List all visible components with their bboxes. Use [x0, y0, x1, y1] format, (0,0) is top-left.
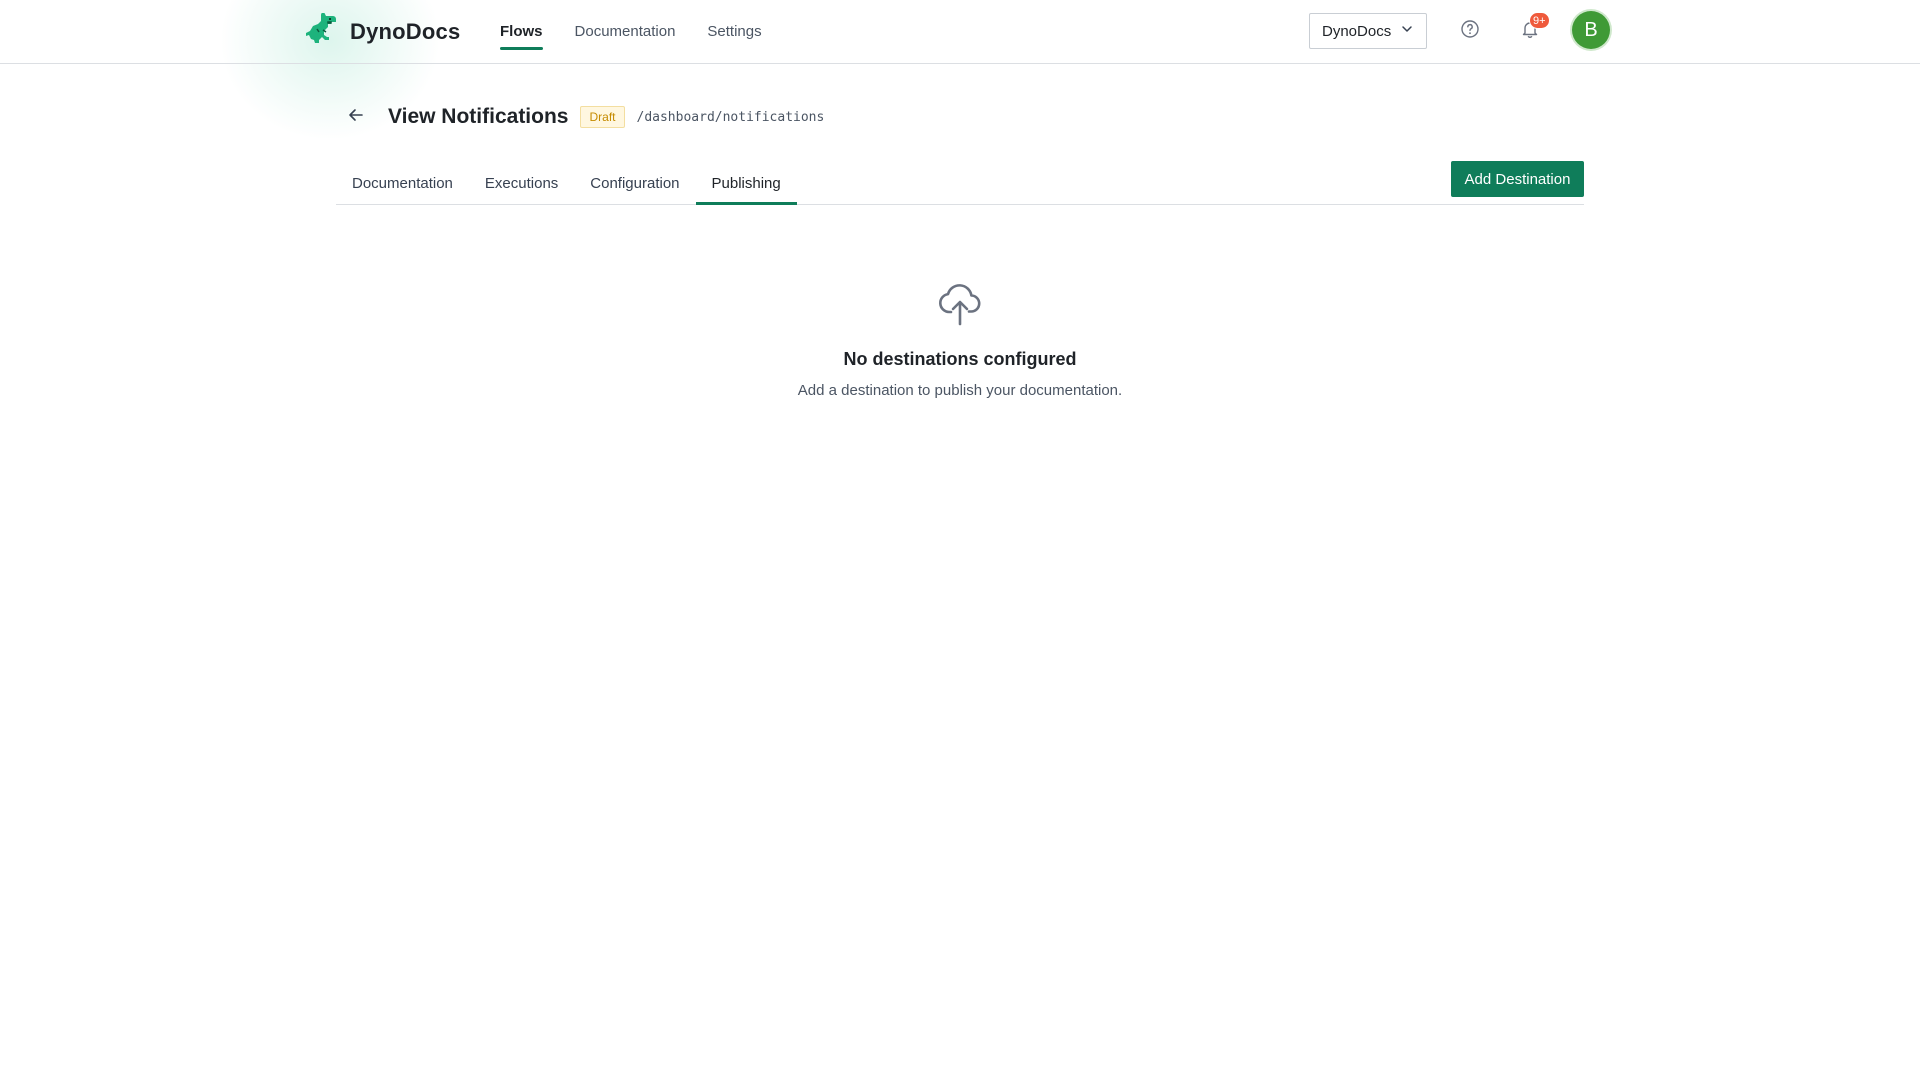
- cloud-upload-icon: [700, 280, 1220, 331]
- status-badge: Draft: [580, 106, 625, 128]
- tab-documentation[interactable]: Documentation: [336, 162, 469, 204]
- chevron-down-icon: [1400, 22, 1414, 40]
- empty-state-title: No destinations configured: [843, 349, 1077, 369]
- help-button[interactable]: [1455, 16, 1485, 46]
- organization-select-value: DynoDocs: [1322, 22, 1392, 40]
- top-navigation-bar: DynoDocs Flows Documentation Settings Dy…: [0, 0, 1920, 64]
- organization-select[interactable]: DynoDocs: [1309, 13, 1427, 49]
- empty-state-description: Add a destination to publish your docume…: [797, 382, 1123, 399]
- back-button[interactable]: [342, 103, 370, 131]
- tab-publishing[interactable]: Publishing: [695, 162, 797, 205]
- flow-path: /dashboard/notifications: [636, 109, 825, 125]
- tab-configuration[interactable]: Configuration: [574, 162, 695, 204]
- nav-item-documentation[interactable]: Documentation: [575, 0, 676, 63]
- help-circle-icon: [1460, 19, 1480, 44]
- brand-name: DynoDocs: [350, 19, 461, 44]
- user-avatar[interactable]: B: [1572, 11, 1610, 49]
- brand[interactable]: DynoDocs: [306, 11, 461, 48]
- nav-item-flows[interactable]: Flows: [500, 0, 543, 63]
- arrow-left-icon: [347, 106, 365, 129]
- empty-state: No destinations configured Add a destina…: [700, 280, 1220, 399]
- flow-tabs: Documentation Executions Configuration P…: [336, 162, 1584, 205]
- notifications-button[interactable]: 9+: [1515, 12, 1550, 46]
- nav-item-settings[interactable]: Settings: [707, 0, 761, 63]
- page-header: View Notifications Draft /dashboard/noti…: [342, 100, 824, 134]
- dinosaur-logo-icon: [306, 11, 340, 52]
- main-nav: Flows Documentation Settings: [500, 0, 762, 63]
- tab-executions[interactable]: Executions: [469, 162, 574, 204]
- page-title: View Notifications: [388, 105, 569, 128]
- notification-count-badge: 9+: [1529, 12, 1550, 29]
- add-destination-button[interactable]: Add Destination: [1451, 161, 1584, 197]
